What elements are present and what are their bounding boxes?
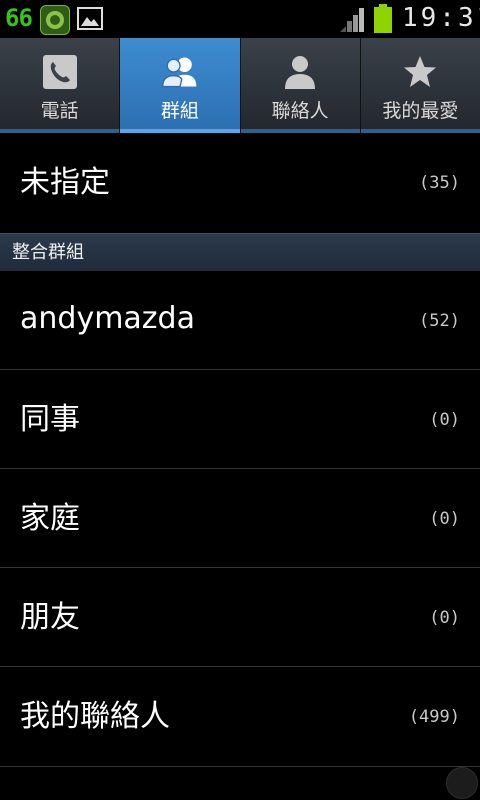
section-header: 整合群組 <box>0 233 480 271</box>
tab-label: 群組 <box>160 100 199 122</box>
notification-count: 66 <box>5 4 33 32</box>
list-item-group[interactable]: 同事 (0) <box>0 370 480 469</box>
app-notification-icon <box>40 5 70 35</box>
tab-favorites[interactable]: 我的最愛 <box>360 38 480 133</box>
list-item-group[interactable]: 我的聯絡人 (499) <box>0 667 480 767</box>
section-title: 整合群組 <box>12 242 84 263</box>
list-item-group[interactable]: 朋友 (0) <box>0 568 480 667</box>
group-name: 同事 <box>20 402 80 437</box>
status-bar: 66 19:31 <box>0 0 480 38</box>
star-icon <box>400 54 440 90</box>
group-count: (0) <box>429 509 460 529</box>
tab-phone[interactable]: 電話 <box>0 38 121 133</box>
clock: 19:31 <box>402 3 480 33</box>
list-item-group[interactable]: andymazda (52) <box>0 271 480 370</box>
tab-groups[interactable]: 群組 <box>120 38 241 133</box>
group-count: (52) <box>419 311 460 331</box>
list-item-unassigned[interactable]: 未指定 (35) <box>0 133 480 233</box>
phone-icon <box>40 54 80 90</box>
group-name: andymazda <box>20 301 195 336</box>
group-count: (0) <box>429 608 460 628</box>
group-count: (0) <box>429 410 460 430</box>
signal-icon <box>340 8 364 32</box>
tab-contacts[interactable]: 聯絡人 <box>240 38 361 133</box>
list-item-group[interactable]: 家庭 (0) <box>0 469 480 568</box>
tab-label: 電話 <box>40 100 79 122</box>
tab-label: 我的最愛 <box>382 100 459 122</box>
scroll-handle[interactable] <box>446 767 478 799</box>
contact-icon <box>280 54 320 90</box>
gallery-icon <box>77 7 103 30</box>
tab-label: 聯絡人 <box>271 100 329 122</box>
group-count: (35) <box>419 173 460 193</box>
tab-bar: 電話 群組 聯絡人 我的最愛 <box>0 38 480 133</box>
groups-icon <box>160 54 200 90</box>
group-name: 未指定 <box>20 165 110 200</box>
group-count: (499) <box>408 707 460 727</box>
group-name: 朋友 <box>20 600 80 635</box>
group-name: 家庭 <box>20 501 80 536</box>
battery-icon <box>374 4 392 33</box>
group-name: 我的聯絡人 <box>20 699 170 734</box>
